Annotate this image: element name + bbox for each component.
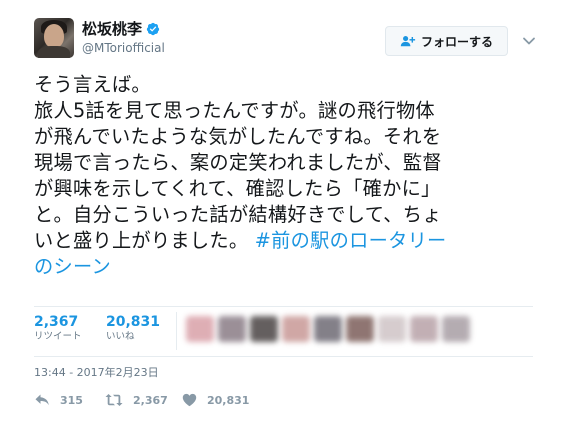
tweet-line: と。自分こういった話が結構好きでして、ちょ bbox=[34, 203, 442, 226]
liker-avatar[interactable] bbox=[250, 316, 278, 342]
chevron-down-icon[interactable] bbox=[522, 34, 536, 48]
tweet-line-hashtag-cont: のシーン bbox=[34, 254, 534, 280]
tweet-line: そう言えば。 bbox=[34, 73, 151, 96]
user-name-row[interactable]: 松坂桃李 bbox=[82, 20, 160, 38]
retweet-button[interactable]: 2,367 bbox=[105, 393, 182, 407]
like-stat-count[interactable]: 20,831 bbox=[106, 314, 160, 331]
heart-icon bbox=[182, 393, 197, 407]
follow-button-label: フォローする bbox=[420, 34, 493, 49]
avatar[interactable] bbox=[34, 18, 74, 58]
retweet-stat-count[interactable]: 2,367 bbox=[34, 314, 82, 331]
tweet-line: 現場で言ったら、案の定笑われましたが、監督 bbox=[34, 151, 442, 174]
tweet-text: そう言えば。 旅人5話を見て思ったんですが。謎の飛行物体 が飛んでいたような気が… bbox=[34, 72, 534, 280]
divider bbox=[34, 356, 533, 357]
like-button[interactable]: 20,831 bbox=[182, 393, 262, 407]
tweet-line-with-hashtag: いと盛り上がりました。 #前の駅のロータリー bbox=[34, 228, 534, 254]
liker-avatar[interactable] bbox=[218, 316, 246, 342]
like-stat-label: いいね bbox=[106, 331, 135, 342]
tweet-line: が飛んでいたような気がしたんですね。それを bbox=[34, 125, 442, 148]
follow-button[interactable]: フォローする bbox=[385, 26, 508, 56]
display-name[interactable]: 松坂桃李 bbox=[82, 20, 142, 38]
liker-avatar[interactable] bbox=[410, 316, 438, 342]
liker-avatar[interactable] bbox=[186, 316, 214, 342]
stat-separator bbox=[176, 312, 177, 350]
like-count: 20,831 bbox=[207, 393, 250, 407]
reply-count: 315 bbox=[60, 393, 83, 407]
add-user-icon bbox=[400, 36, 416, 47]
liker-avatars bbox=[186, 316, 470, 342]
retweet-stat-label: リツイート bbox=[34, 331, 82, 342]
retweet-stat[interactable]: 2,367 リツイート bbox=[34, 314, 82, 343]
tweet-line: 旅人5話を見て思ったんですが。謎の飛行物体 bbox=[34, 99, 435, 122]
tweet-timestamp[interactable]: 13:44 - 2017年2月23日 bbox=[34, 366, 159, 380]
tweet-line: いと盛り上がりました。 bbox=[34, 229, 249, 252]
liker-avatar[interactable] bbox=[442, 316, 470, 342]
hashtag-link[interactable]: #前の駅のロータリー bbox=[255, 229, 447, 252]
retweet-icon bbox=[105, 394, 123, 406]
verified-badge-icon bbox=[146, 22, 160, 36]
tweet-actions: 315 2,367 20,831 bbox=[34, 393, 262, 407]
divider bbox=[34, 306, 533, 307]
like-stat[interactable]: 20,831 いいね bbox=[106, 314, 160, 343]
hashtag-link-continued[interactable]: のシーン bbox=[34, 255, 111, 278]
liker-avatar[interactable] bbox=[378, 316, 406, 342]
liker-avatar[interactable] bbox=[282, 316, 310, 342]
user-handle[interactable]: @MToriofficial bbox=[82, 41, 165, 55]
reply-button[interactable]: 315 bbox=[34, 393, 105, 407]
reply-icon bbox=[35, 394, 49, 406]
liker-avatar[interactable] bbox=[314, 316, 342, 342]
retweet-count: 2,367 bbox=[133, 393, 168, 407]
liker-avatar[interactable] bbox=[346, 316, 374, 342]
tweet-card: 松坂桃李 @MToriofficial フォローする そう言えば。 旅人5話を見… bbox=[0, 0, 565, 424]
tweet-line: が興味を示してくれて、確認したら「確かに」 bbox=[34, 177, 441, 200]
